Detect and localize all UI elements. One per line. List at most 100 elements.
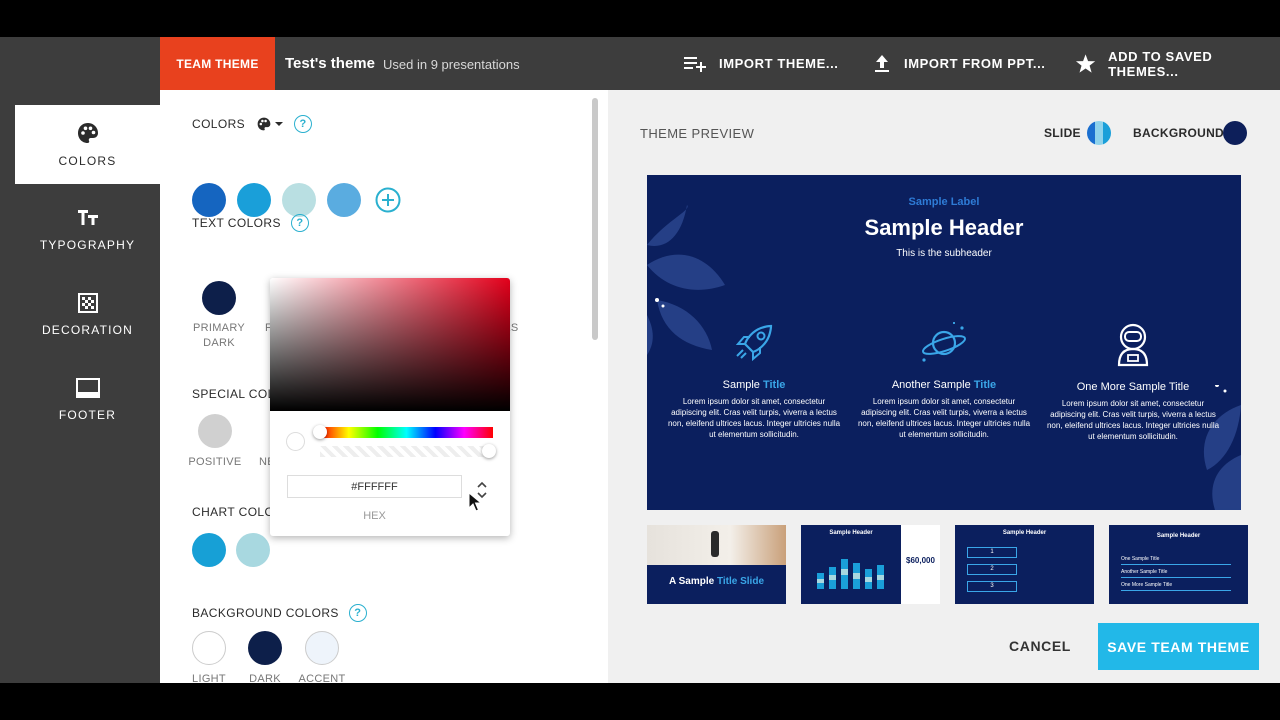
import-theme-button[interactable]: IMPORT THEME... bbox=[683, 37, 839, 90]
feature-title-plain: Sample bbox=[722, 379, 763, 391]
save-team-theme-button[interactable]: SAVE TEAM THEME bbox=[1098, 623, 1259, 670]
color-swatch-4[interactable] bbox=[327, 183, 361, 217]
sidebar-item-label: TYPOGRAPHY bbox=[39, 237, 136, 252]
hue-slider[interactable] bbox=[320, 427, 493, 438]
background-swatch-dark[interactable] bbox=[248, 631, 282, 665]
feature-column-2: Another Sample Title Lorem ipsum dolor s… bbox=[854, 320, 1034, 440]
footer-icon bbox=[75, 377, 100, 398]
playlist-add-icon bbox=[684, 56, 706, 72]
person-silhouette bbox=[711, 531, 719, 557]
thumb-title-accent: Title Slide bbox=[716, 576, 765, 587]
colors-help-icon[interactable]: ? bbox=[294, 115, 313, 133]
background-swatch-light[interactable] bbox=[192, 631, 226, 665]
team-theme-tab[interactable]: TEAM THEME bbox=[160, 37, 275, 90]
text-colors-help-icon[interactable]: ? bbox=[290, 214, 309, 232]
colors-title: COLORS bbox=[192, 117, 246, 131]
hex-label: HEX bbox=[363, 510, 386, 522]
mouse-cursor-icon bbox=[468, 492, 482, 512]
upload-icon bbox=[875, 54, 889, 72]
current-color-preview bbox=[287, 433, 304, 450]
feature-title-plain: One More Sample Title bbox=[1076, 381, 1190, 393]
special-color-swatch-positive[interactable] bbox=[198, 414, 232, 448]
thumb-title-plain: A Sample bbox=[668, 576, 717, 587]
feature-title-2: Another Sample Title bbox=[854, 379, 1034, 391]
text-color-swatch-primary-dark[interactable] bbox=[202, 281, 236, 315]
sidebar-item-colors[interactable]: COLORS bbox=[15, 105, 160, 184]
decoration-icon bbox=[77, 292, 98, 313]
color-swatch-2[interactable] bbox=[237, 183, 271, 217]
thumbnail-title: A Sample Title Slide bbox=[647, 576, 786, 587]
feature-title-plain: Another Sample bbox=[891, 379, 974, 391]
theme-name: Test's theme bbox=[285, 55, 375, 72]
chart-color-swatch-1[interactable] bbox=[192, 533, 226, 567]
hue-slider-thumb[interactable] bbox=[313, 425, 327, 439]
typography-icon bbox=[77, 209, 98, 225]
special-color-label-positive: POSITIVE bbox=[188, 456, 242, 468]
slide-thumbnail-3[interactable]: Sample Header 1 2 3 bbox=[955, 525, 1094, 604]
sidebar-item-footer[interactable]: FOOTER bbox=[15, 360, 160, 439]
color-swatch-1[interactable] bbox=[192, 183, 226, 217]
thumbnail-title: Sample Header bbox=[1156, 533, 1201, 539]
list-item: One Sample Title bbox=[1121, 556, 1231, 565]
background-colors-title: BACKGROUND COLORS bbox=[192, 606, 339, 620]
settings-scrollbar[interactable] bbox=[592, 98, 598, 340]
feature-title-3: One More Sample Title bbox=[1043, 381, 1223, 393]
preview-title: THEME PREVIEW bbox=[640, 126, 755, 141]
astronaut-icon bbox=[1117, 323, 1149, 367]
feature-title-accent: Title bbox=[973, 379, 997, 391]
slide-thumbnail-1[interactable]: A Sample Title Slide bbox=[647, 525, 786, 604]
feature-column-3: One More Sample Title Lorem ipsum dolor … bbox=[1043, 320, 1223, 442]
add-to-saved-label: ADD TO SAVED THEMES... bbox=[1108, 48, 1213, 79]
thumbnail-title: Sample Header bbox=[1002, 530, 1047, 536]
add-to-saved-button[interactable]: ADD TO SAVED THEMES... bbox=[1075, 37, 1280, 90]
hex-input[interactable] bbox=[287, 475, 462, 498]
sidebar-item-typography[interactable]: TYPOGRAPHY bbox=[15, 190, 160, 269]
usage-count: Used in 9 presentations bbox=[383, 57, 520, 72]
background-colors-help-icon[interactable]: ? bbox=[348, 604, 367, 622]
bar-chart-thumbnail bbox=[817, 559, 884, 589]
cancel-button[interactable]: CANCEL bbox=[998, 634, 1082, 658]
alpha-slider-thumb[interactable] bbox=[482, 444, 496, 458]
slide-thumbnail-2[interactable]: Sample Header $60,000 bbox=[801, 525, 940, 604]
feature-body-3: Lorem ipsum dolor sit amet, consectetur … bbox=[1046, 399, 1220, 441]
background-label-accent: ACCENT bbox=[298, 673, 346, 683]
text-colors-title: TEXT COLORS bbox=[192, 216, 281, 230]
sidebar-item-label: DECORATION bbox=[41, 322, 134, 337]
background-label-dark: DARK bbox=[249, 673, 281, 683]
import-ppt-button[interactable]: IMPORT FROM PPT... bbox=[872, 37, 1046, 90]
slide-thumbnail-4[interactable]: Sample Header One Sample Title Another S… bbox=[1109, 525, 1248, 604]
sidebar-item-label: FOOTER bbox=[58, 407, 117, 422]
label-line2: DARK bbox=[203, 337, 235, 349]
step-box: 1 bbox=[967, 547, 1017, 558]
text-colors-section-title: TEXT COLORS ? bbox=[192, 214, 309, 232]
palette-dropdown[interactable] bbox=[257, 117, 284, 131]
background-swatch-accent[interactable] bbox=[305, 631, 339, 665]
background-label-light: LIGHT bbox=[192, 673, 226, 683]
theme-preview-panel: THEME PREVIEW SLIDE BACKGROUND Sample La… bbox=[608, 90, 1280, 683]
alpha-slider[interactable] bbox=[320, 446, 493, 457]
background-color-toggle[interactable] bbox=[1223, 121, 1247, 145]
caret-down-icon bbox=[275, 122, 284, 126]
palette-icon bbox=[77, 122, 98, 143]
saturation-value-area[interactable] bbox=[270, 278, 510, 411]
label-line1: PRIMARY bbox=[192, 322, 246, 334]
sidebar-item-decoration[interactable]: DECORATION bbox=[15, 275, 160, 354]
color-swatch-3[interactable] bbox=[282, 183, 316, 217]
sidebar: COLORS TYPOGRAPHY DECORATION FOOTER bbox=[0, 90, 160, 683]
feature-column-1: Sample Title Lorem ipsum dolor sit amet,… bbox=[664, 320, 844, 440]
import-ppt-label: IMPORT FROM PPT... bbox=[904, 56, 1046, 71]
list-item: One More Sample Title bbox=[1121, 582, 1231, 591]
chart-color-swatch-2[interactable] bbox=[236, 533, 270, 567]
thumbnail-stat: $60,000 bbox=[906, 556, 935, 565]
feature-body-2: Lorem ipsum dolor sit amet, consectetur … bbox=[857, 397, 1031, 439]
background-color-label: BACKGROUND bbox=[1133, 126, 1224, 140]
slide-header: Sample Header bbox=[864, 215, 1024, 240]
feature-title-1: Sample Title bbox=[664, 379, 844, 391]
feature-body-1: Lorem ipsum dolor sit amet, consectetur … bbox=[667, 397, 841, 439]
add-color-icon[interactable] bbox=[375, 187, 401, 213]
background-colors-section-title: BACKGROUND COLORS ? bbox=[192, 604, 367, 622]
sidebar-item-label: COLORS bbox=[58, 153, 117, 168]
step-box: 2 bbox=[967, 564, 1017, 575]
slide-color-toggle[interactable] bbox=[1087, 121, 1111, 145]
slide-color-label: SLIDE bbox=[1044, 126, 1081, 140]
